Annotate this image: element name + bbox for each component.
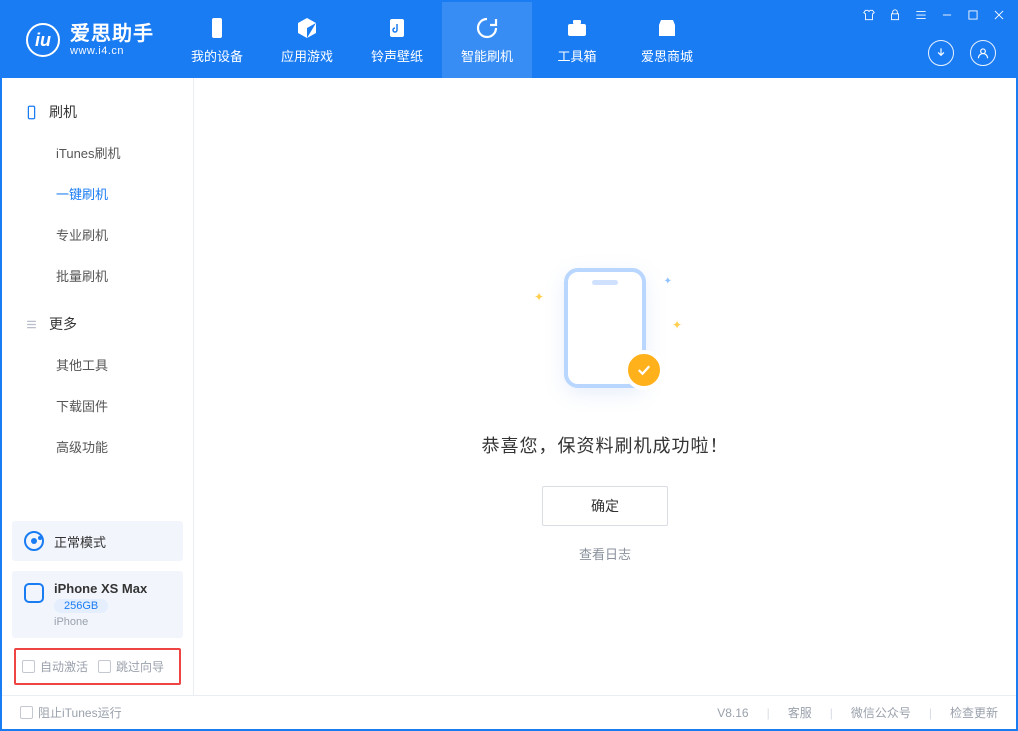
sparkle-icon: ✦ xyxy=(534,290,544,304)
nav-label: 我的设备 xyxy=(191,46,243,65)
logo-area: iu 爱思助手 www.i4.cn xyxy=(2,2,172,78)
group-label: 刷机 xyxy=(49,102,77,122)
nav-smart-flash[interactable]: 智能刷机 xyxy=(442,2,532,78)
device-type: iPhone xyxy=(54,616,147,628)
footer-bar: 阻止iTunes运行 V8.16 | 客服 | 微信公众号 | 检查更新 xyxy=(2,695,1016,729)
nav-toolbox[interactable]: 工具箱 xyxy=(532,2,622,78)
store-icon xyxy=(655,16,679,40)
sidebar-item-oneclick-flash[interactable]: 一键刷机 xyxy=(2,173,193,214)
check-badge-icon xyxy=(624,350,664,390)
device-capacity: 256GB xyxy=(54,599,108,613)
sparkle-icon: ✦ xyxy=(664,276,672,287)
sidebar-item-advanced[interactable]: 高级功能 xyxy=(2,426,193,467)
sidebar: 刷机 iTunes刷机 一键刷机 专业刷机 批量刷机 更多 其他工具 下载固件 … xyxy=(2,78,194,695)
sidebar-item-other-tools[interactable]: 其他工具 xyxy=(2,344,193,385)
body-area: 刷机 iTunes刷机 一键刷机 专业刷机 批量刷机 更多 其他工具 下载固件 … xyxy=(2,78,1016,695)
mode-box[interactable]: 正常模式 xyxy=(12,521,183,561)
sidebar-item-batch-flash[interactable]: 批量刷机 xyxy=(2,255,193,296)
checkbox-skip-guide[interactable]: 跳过向导 xyxy=(98,658,164,675)
footer-link-support[interactable]: 客服 xyxy=(788,704,812,721)
nav-ringtone-wallpaper[interactable]: 铃声壁纸 xyxy=(352,2,442,78)
main-pane: ✦ ✦ ✦ 恭喜您，保资料刷机成功啦！ 确定 查看日志 xyxy=(194,78,1016,695)
success-illustration: ✦ ✦ ✦ xyxy=(540,268,670,408)
footer-link-update[interactable]: 检查更新 xyxy=(950,704,998,721)
mode-icon xyxy=(24,531,44,551)
user-icon[interactable] xyxy=(970,40,996,66)
nav-label: 智能刷机 xyxy=(461,46,513,65)
checkbox-auto-activate[interactable]: 自动激活 xyxy=(22,658,88,675)
sidebar-group-more: 更多 xyxy=(2,304,193,344)
highlighted-checkbox-row: 自动激活 跳过向导 xyxy=(14,648,181,685)
top-nav: 我的设备 应用游戏 铃声壁纸 智能刷机 工具箱 爱思商城 xyxy=(172,2,712,78)
app-window: iu 爱思助手 www.i4.cn 我的设备 应用游戏 铃声壁纸 智能刷机 xyxy=(0,0,1018,731)
checkbox-icon xyxy=(20,706,33,719)
footer-link-wechat[interactable]: 微信公众号 xyxy=(851,704,911,721)
toolbox-icon xyxy=(565,16,589,40)
device-name: iPhone XS Max xyxy=(54,581,147,596)
nav-label: 铃声壁纸 xyxy=(371,46,423,65)
logo-text: 爱思助手 www.i4.cn xyxy=(70,23,154,57)
group-label: 更多 xyxy=(49,314,77,334)
nav-label: 工具箱 xyxy=(557,46,596,65)
refresh-shield-icon xyxy=(475,16,499,40)
lock-icon[interactable] xyxy=(888,8,902,22)
nav-apps-games[interactable]: 应用游戏 xyxy=(262,2,352,78)
version-label: V8.16 xyxy=(717,706,748,720)
nav-label: 爱思商城 xyxy=(641,46,693,65)
device-meta: iPhone XS Max 256GB iPhone xyxy=(54,581,147,628)
phone-icon xyxy=(24,105,39,120)
device-phone-icon xyxy=(24,583,44,603)
header-bar: iu 爱思助手 www.i4.cn 我的设备 应用游戏 铃声壁纸 智能刷机 xyxy=(2,2,1016,78)
mode-label: 正常模式 xyxy=(54,532,106,551)
cube-icon xyxy=(295,16,319,40)
checkbox-block-itunes[interactable]: 阻止iTunes运行 xyxy=(20,704,122,721)
sidebar-item-download-firmware[interactable]: 下载固件 xyxy=(2,385,193,426)
music-file-icon xyxy=(385,16,409,40)
header-action-icons xyxy=(928,40,996,66)
app-logo-icon: iu xyxy=(26,23,60,57)
sidebar-scroll: 刷机 iTunes刷机 一键刷机 专业刷机 批量刷机 更多 其他工具 下载固件 … xyxy=(2,78,193,521)
view-log-link[interactable]: 查看日志 xyxy=(579,544,631,563)
nav-my-device[interactable]: 我的设备 xyxy=(172,2,262,78)
window-controls xyxy=(862,8,1006,22)
checkbox-label: 阻止iTunes运行 xyxy=(38,704,122,721)
sidebar-group-flash: 刷机 xyxy=(2,92,193,132)
app-subtitle: www.i4.cn xyxy=(70,45,154,57)
checkbox-label: 跳过向导 xyxy=(116,658,164,675)
ok-button[interactable]: 确定 xyxy=(542,486,668,526)
tshirt-icon[interactable] xyxy=(862,8,876,22)
menu-icon[interactable] xyxy=(914,8,928,22)
sidebar-item-itunes-flash[interactable]: iTunes刷机 xyxy=(2,132,193,173)
maximize-icon[interactable] xyxy=(966,8,980,22)
checkbox-icon xyxy=(22,660,35,673)
device-icon xyxy=(205,16,229,40)
download-icon[interactable] xyxy=(928,40,954,66)
checkbox-icon xyxy=(98,660,111,673)
close-icon[interactable] xyxy=(992,8,1006,22)
sparkle-icon: ✦ xyxy=(672,318,682,332)
app-title: 爱思助手 xyxy=(70,23,154,45)
separator: | xyxy=(767,706,770,720)
list-icon xyxy=(24,317,39,332)
success-message: 恭喜您，保资料刷机成功啦！ xyxy=(482,432,729,458)
minimize-icon[interactable] xyxy=(940,8,954,22)
nav-label: 应用游戏 xyxy=(281,46,333,65)
nav-store[interactable]: 爱思商城 xyxy=(622,2,712,78)
sidebar-item-pro-flash[interactable]: 专业刷机 xyxy=(2,214,193,255)
sidebar-bottom: 正常模式 iPhone XS Max 256GB iPhone 自动激活 xyxy=(2,521,193,695)
separator: | xyxy=(929,706,932,720)
device-box[interactable]: iPhone XS Max 256GB iPhone xyxy=(12,571,183,638)
separator: | xyxy=(830,706,833,720)
checkbox-label: 自动激活 xyxy=(40,658,88,675)
